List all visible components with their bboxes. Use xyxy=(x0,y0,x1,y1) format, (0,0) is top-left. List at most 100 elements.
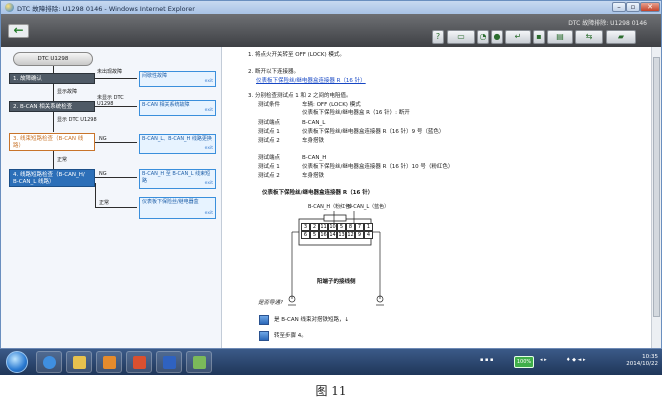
step-number: 1. xyxy=(13,76,19,82)
table-value: B-CAN_L xyxy=(302,120,326,126)
table-value: B-CAN_H xyxy=(302,155,327,161)
pin: 13 xyxy=(337,231,346,239)
scrollbar-thumb[interactable] xyxy=(653,57,660,317)
diag-icon[interactable]: ▪ xyxy=(533,30,545,44)
no-answer-text[interactable]: 转至步骤 4。 xyxy=(274,333,307,340)
connector-diagram xyxy=(288,211,384,306)
result-short-circuit[interactable]: B-CAN_H 至 B-CAN_L 线束短路 exit xyxy=(139,169,216,189)
vertical-scrollbar[interactable] xyxy=(651,47,661,350)
exit-link[interactable]: exit xyxy=(205,211,213,218)
paint-taskbar-icon[interactable] xyxy=(186,351,212,373)
start-button[interactable] xyxy=(6,351,28,373)
step-number: 3. xyxy=(13,136,19,142)
power-icon[interactable]: ▤ xyxy=(547,30,573,44)
table-value: 仪表板下保险丝/继电器盒连接器 R（16 针）9 号（蓝色） xyxy=(302,129,445,135)
pin: 16 xyxy=(319,231,328,239)
result-text: 间歇性故障 xyxy=(142,73,168,79)
pin: 7 xyxy=(355,223,364,231)
pin: 4 xyxy=(364,231,373,239)
exit-link[interactable]: exit xyxy=(205,181,213,188)
flowchart-pane: DTC U1298 1. 故障确认 未出现故障 间歇性故障 exit 显示故障 … xyxy=(1,47,221,350)
step-text-2: 2. 断开以下连接器。 xyxy=(248,69,299,75)
tool-icon[interactable]: ↵ xyxy=(505,30,531,44)
tray-icons[interactable]: ▪ ▪ ▪ xyxy=(480,357,493,375)
flow-step-3[interactable]: 3. 线束短路检查（B-CAN 线路） xyxy=(9,133,95,151)
flow-step-2[interactable]: 2. B-CAN 相关系统检查 xyxy=(9,101,95,112)
result-text: B-CAN 相关系统故障 xyxy=(142,102,190,108)
flow-connector xyxy=(95,78,137,79)
step-label: B-CAN 相关系统检查 xyxy=(20,104,73,110)
flow-start[interactable]: DTC U1298 xyxy=(13,52,93,66)
title-bar: DTC 故障排除: U1298 0146 - Windows Internet … xyxy=(1,1,661,14)
pin: 14 xyxy=(328,231,337,239)
exit-link[interactable]: exit xyxy=(205,108,213,115)
network-icon[interactable]: ◂ ▸ xyxy=(540,357,547,375)
yes-answer-text[interactable]: 是 B-CAN 线束对搭铁短路，↓ xyxy=(274,317,349,324)
taskbar: ▪ ▪ ▪ 100% ◂ ▸ ♦ ◆ ◄ ▸ 10:35 2014/10/22 xyxy=(0,348,662,375)
table-label: 测试端点 xyxy=(258,155,281,161)
compare-icon[interactable]: ⇆ xyxy=(575,30,603,44)
edge-label-ok: 正常 xyxy=(99,200,110,206)
back-button[interactable]: ← xyxy=(8,24,29,38)
table-label: 测试点 1 xyxy=(258,129,280,135)
table-value: 车辆: OFF (LOCK) 模式 xyxy=(302,102,361,108)
close-button[interactable]: ✕ xyxy=(640,2,660,12)
zoom-indicator[interactable]: 100% xyxy=(514,356,534,368)
volume-icon[interactable]: ♦ ◆ ◄ ▸ xyxy=(566,357,585,375)
pin: 3 xyxy=(301,223,310,231)
flow-connector xyxy=(95,106,137,107)
word-taskbar-icon[interactable] xyxy=(156,351,182,373)
clock-time: 10:35 xyxy=(642,354,658,360)
table-value: 车身搭铁 xyxy=(302,138,325,144)
question-text: 是否导通? xyxy=(258,300,283,306)
result-intermittent[interactable]: 间歇性故障 exit xyxy=(139,71,216,87)
step-label: 线路短路检查（B-CAN_H/ B-CAN_L 线路） xyxy=(13,172,85,185)
help-icon[interactable]: ? xyxy=(432,30,444,44)
maximize-button[interactable]: ▫ xyxy=(626,2,640,12)
pin: 5 xyxy=(337,223,346,231)
step-label: 故障确认 xyxy=(20,76,43,82)
user-icon[interactable]: ● xyxy=(491,30,503,44)
table-label: 测试端点 xyxy=(258,120,281,126)
flow-connector xyxy=(95,183,96,207)
flow-step-4[interactable]: 4. 线路短路检查（B-CAN_H/ B-CAN_L 线路） xyxy=(9,169,95,187)
flow-connector xyxy=(95,142,137,143)
exit-link[interactable]: exit xyxy=(205,146,213,153)
table-value: 仪表板下保险丝/继电器盒 R（16 针）: 断开 xyxy=(302,110,410,116)
table-label: 测试条件 xyxy=(258,102,281,108)
result-text: 仪表板下保险丝/继电器盒 xyxy=(142,199,199,205)
window-title: DTC 故障排除: U1298 0146 - Windows Internet … xyxy=(17,5,195,13)
flow-connector xyxy=(95,177,137,178)
pin: 8 xyxy=(346,223,355,231)
edge-label-shown: 显示 DTC U1298 xyxy=(57,117,97,123)
table-label: 测试点 2 xyxy=(258,138,280,144)
ie-taskbar-icon[interactable] xyxy=(36,351,62,373)
figure-caption: 图 11 xyxy=(315,384,347,398)
powerpoint-taskbar-icon[interactable] xyxy=(126,351,152,373)
result-fuse-box[interactable]: 仪表板下保险丝/继电器盒 exit xyxy=(139,197,216,219)
step-number: 4. xyxy=(13,172,19,178)
app-header: ← DTC 故障排除: U1298 0146 ? ▭ ◔ ● ↵ ▪ ▤ ⇆ ▰ xyxy=(1,14,661,47)
outlook-taskbar-icon[interactable] xyxy=(96,351,122,373)
flow-step-1[interactable]: 1. 故障确认 xyxy=(9,73,95,84)
flow-connector xyxy=(53,112,54,132)
no-answer-icon[interactable] xyxy=(259,331,269,341)
yes-answer-icon[interactable] xyxy=(259,315,269,325)
flow-connector xyxy=(53,66,54,73)
step-number: 2. xyxy=(13,104,19,110)
exit-link[interactable]: exit xyxy=(205,79,213,86)
result-bcan-system[interactable]: B-CAN 相关系统故障 exit xyxy=(139,100,216,116)
print-icon[interactable]: ▭ xyxy=(447,30,475,44)
connector-latch xyxy=(323,214,347,222)
app-title: DTC 故障排除: U1298 0146 xyxy=(568,20,647,27)
car-icon[interactable]: ▰ xyxy=(606,30,636,44)
flow-icon[interactable]: ◔ xyxy=(477,30,489,44)
diagram-caption: 阳端子的接线侧 xyxy=(317,279,356,285)
connector-link[interactable]: 仪表板下保险丝/继电器盒连接器 R（16 针） xyxy=(256,78,366,85)
pin: 1 xyxy=(364,223,373,231)
clock[interactable]: 10:35 2014/10/22 xyxy=(622,354,658,368)
step-text-3: 3. 分别检查测试点 1 和 2 之间的电阻值。 xyxy=(248,93,352,99)
result-bcan-lines[interactable]: B-CAN_L、B-CAN_H 线路更换 exit xyxy=(139,134,216,154)
minimize-button[interactable]: – xyxy=(612,2,626,12)
explorer-taskbar-icon[interactable] xyxy=(66,351,92,373)
